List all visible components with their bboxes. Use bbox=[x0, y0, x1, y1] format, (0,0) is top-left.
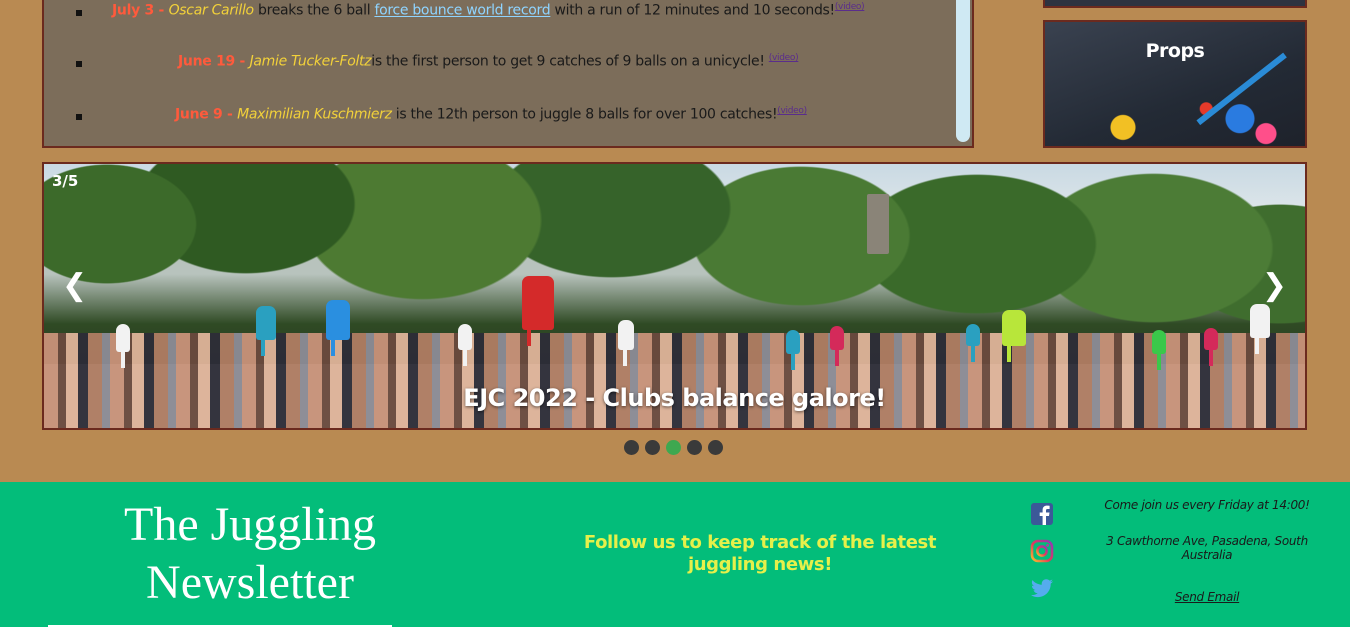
news-text: is the 12th person to juggle 8 balls for… bbox=[391, 106, 778, 123]
world-record-link[interactable]: force bounce world record bbox=[374, 3, 550, 19]
image-carousel: 3/5 ❮ ❯ EJC 2022 - Clubs balance galore! bbox=[42, 162, 1307, 430]
props-title: Props bbox=[1145, 40, 1205, 62]
props-card[interactable]: Props bbox=[1043, 20, 1307, 148]
carousel-dot-1[interactable] bbox=[624, 440, 639, 455]
bullet-icon bbox=[76, 61, 82, 67]
news-person: Jamie Tucker-Foltz bbox=[249, 53, 372, 70]
twitter-icon[interactable] bbox=[1030, 576, 1054, 600]
news-text: is the first person to get 9 catches of … bbox=[371, 53, 769, 70]
footer-info: Come join us every Friday at 14:00! 3 Ca… bbox=[1096, 498, 1318, 604]
footer-title: The Juggling Newsletter bbox=[124, 498, 376, 609]
news-date: July 3 - bbox=[112, 2, 169, 19]
schedule-text: Come join us every Friday at 14:00! bbox=[1104, 498, 1310, 512]
news-box: July 3 - Oscar Carillo breaks the 6 ball… bbox=[42, 0, 974, 148]
news-date: June 9 - bbox=[175, 106, 238, 123]
carousel-dot-4[interactable] bbox=[687, 440, 702, 455]
news-item: July 3 - Oscar Carillo breaks the 6 ball… bbox=[74, 2, 954, 26]
send-email-link[interactable]: Send Email bbox=[1175, 590, 1240, 604]
news-scrollbar[interactable] bbox=[956, 0, 970, 142]
props-image-detail bbox=[1196, 52, 1287, 126]
facebook-icon[interactable] bbox=[1030, 502, 1054, 526]
bullet-icon bbox=[76, 114, 82, 120]
social-links bbox=[1030, 502, 1054, 613]
follow-text: Follow us to keep track of the latest ju… bbox=[583, 532, 937, 575]
instagram-icon[interactable] bbox=[1030, 539, 1054, 563]
carousel-dot-5[interactable] bbox=[708, 440, 723, 455]
video-link[interactable]: (video) bbox=[777, 106, 807, 116]
slide-counter: 3/5 bbox=[52, 172, 79, 190]
prev-slide-button[interactable]: ❮ bbox=[62, 268, 87, 303]
carousel-dot-2[interactable] bbox=[645, 440, 660, 455]
address-text: 3 Cawthorne Ave, Pasadena, South Austral… bbox=[1106, 534, 1308, 562]
news-text: with a run of 12 minutes and 10 seconds! bbox=[550, 2, 835, 19]
video-link[interactable]: (video) bbox=[835, 2, 865, 12]
news-person: Oscar Carillo bbox=[168, 2, 255, 19]
carousel-dot-3[interactable] bbox=[666, 440, 681, 455]
next-slide-button[interactable]: ❯ bbox=[1262, 268, 1287, 303]
news-item: June 19 - Jamie Tucker-Foltzis the first… bbox=[74, 53, 954, 77]
card-image-top[interactable] bbox=[1043, 0, 1307, 8]
slide-caption: EJC 2022 - Clubs balance galore! bbox=[463, 384, 886, 412]
video-link[interactable]: (video) bbox=[769, 53, 799, 63]
carousel-dots bbox=[624, 440, 723, 455]
news-date: June 19 - bbox=[178, 53, 250, 70]
bullet-icon bbox=[76, 10, 82, 16]
footer: The Juggling Newsletter Follow us to kee… bbox=[0, 482, 1350, 627]
news-person: Maximilian Kuschmierz bbox=[237, 106, 392, 123]
news-text: breaks the 6 ball bbox=[253, 2, 375, 19]
news-item: June 9 - Maximilian Kuschmierz is the 12… bbox=[74, 106, 954, 130]
